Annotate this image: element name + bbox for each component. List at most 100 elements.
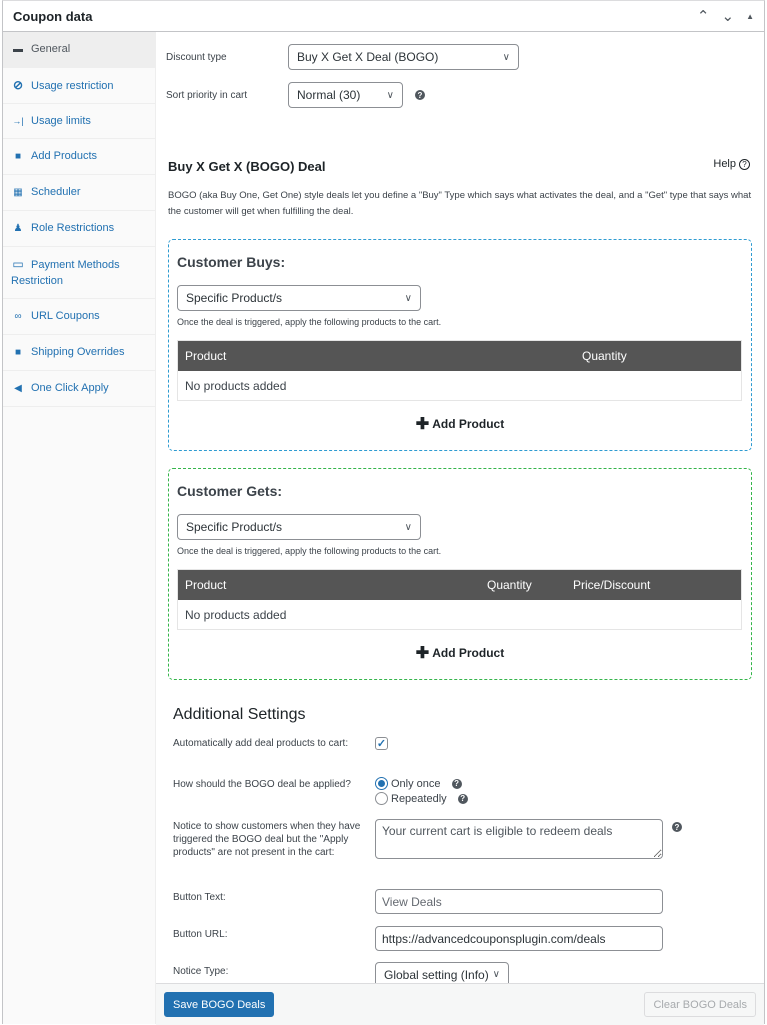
column-price-discount: Price/Discount	[573, 578, 651, 592]
notice-type-value: Global setting (Info)	[384, 967, 489, 982]
sidebar-item-scheduler[interactable]: ▦ Scheduler	[3, 175, 155, 211]
sidebar-item-label: General	[31, 43, 71, 55]
chevron-down-icon: ∨	[404, 292, 412, 304]
sidebar-item-label: Payment Methods Restriction	[11, 259, 120, 287]
customer-buys-title: Customer Buys:	[177, 254, 286, 270]
button-url-label: Button URL:	[173, 929, 228, 940]
notice-type-label: Notice Type:	[173, 966, 229, 977]
chevron-down-icon: ∨	[386, 89, 394, 101]
column-product: Product	[185, 578, 227, 592]
sidebar-item-label: Usage restriction	[31, 80, 114, 92]
radio-unselected-icon	[375, 792, 388, 805]
notice-label: Notice to show customers when they have …	[173, 821, 361, 858]
table-empty-row: No products added	[178, 371, 741, 400]
customer-buys-table: Product Quantity No products added	[177, 340, 742, 401]
customer-buys-note: Once the deal is triggered, apply the fo…	[177, 317, 442, 327]
apply-repeatedly-radio[interactable]: Repeatedly ?	[375, 792, 468, 805]
panel-header: Coupon data ⌃ ⌄ ▲	[3, 1, 764, 32]
customer-buys-type-select[interactable]: Specific Product/s ∨	[177, 285, 421, 311]
ban-icon: ⊘	[12, 78, 24, 92]
sidebar-item-shipping-overrides[interactable]: ■ Shipping Overrides	[3, 335, 155, 371]
help-circle-icon: ?	[739, 158, 750, 170]
help-tip-icon[interactable]: ?	[451, 778, 462, 789]
sidebar-item-label: Usage limits	[31, 115, 91, 127]
apply-mode-label: How should the BOGO deal be applied?	[173, 779, 351, 790]
help-tip-icon[interactable]: ?	[457, 793, 468, 804]
move-down-icon[interactable]: ⌄	[722, 7, 735, 25]
save-bogo-deals-button[interactable]: Save BOGO Deals	[164, 992, 275, 1017]
sidebar-item-label: Scheduler	[31, 186, 81, 198]
sidebar-item-label: Role Restrictions	[31, 222, 115, 234]
radio-label: Repeatedly	[391, 792, 447, 805]
notice-textarea[interactable]: Your current cart is eligible to redeem …	[375, 819, 663, 859]
calendar-icon: ▦	[13, 187, 23, 198]
sort-priority-value: Normal (30)	[297, 88, 361, 102]
sidebar-item-role-restrictions[interactable]: ♟ Role Restrictions	[3, 211, 155, 247]
truck-icon: ■	[14, 347, 22, 358]
sidebar-item-one-click-apply[interactable]: ◀ One Click Apply	[3, 371, 155, 407]
sort-priority-select[interactable]: Normal (30) ∨	[288, 82, 403, 108]
bogo-section-title: Buy X Get X (BOGO) Deal	[168, 159, 326, 174]
discount-type-value: Buy X Get X Deal (BOGO)	[297, 50, 439, 64]
apply-once-radio[interactable]: Only once ?	[375, 777, 462, 790]
button-text-label: Button Text:	[173, 892, 226, 903]
buys-add-product-button[interactable]: ✚ Add Product	[169, 414, 751, 434]
customer-gets-type-select[interactable]: Specific Product/s ∨	[177, 514, 421, 540]
customer-buys-box: Customer Buys: Specific Product/s ∨ Once…	[168, 239, 752, 451]
table-header: Product Quantity Price/Discount	[178, 570, 741, 600]
gets-add-product-button[interactable]: ✚ Add Product	[169, 643, 751, 663]
sidebar-item-usage-restriction[interactable]: ⊘ Usage restriction	[3, 68, 155, 104]
table-empty-row: No products added	[178, 600, 741, 629]
auto-add-label: Automatically add deal products to cart:	[173, 738, 349, 749]
chevron-down-icon: ∨	[404, 521, 412, 533]
add-product-label: Add Product	[432, 646, 505, 660]
radio-selected-icon	[375, 777, 388, 790]
sidebar-item-label: URL Coupons	[31, 310, 100, 322]
customer-gets-note: Once the deal is triggered, apply the fo…	[177, 546, 442, 556]
button-text-input[interactable]	[375, 889, 663, 914]
bogo-description: BOGO (aka Buy One, Get One) style deals …	[168, 190, 752, 217]
customer-gets-table: Product Quantity Price/Discount No produ…	[177, 569, 742, 630]
general-tab-content: Discount type Buy X Get X Deal (BOGO) ∨ …	[156, 32, 764, 1024]
sidebar-item-url-coupons[interactable]: ∞ URL Coupons	[3, 299, 155, 335]
column-quantity: Quantity	[487, 578, 532, 592]
link-icon: ∞	[14, 311, 22, 322]
customer-gets-title: Customer Gets:	[177, 483, 283, 499]
move-up-icon[interactable]: ⌃	[697, 7, 710, 25]
checkmark-icon: ✓	[376, 738, 387, 750]
sidebar-item-label: Shipping Overrides	[31, 346, 125, 358]
sidebar-item-general[interactable]: ▬ General	[3, 32, 155, 68]
help-tip-icon[interactable]: ?	[672, 822, 682, 832]
help-link[interactable]: Help ?	[713, 158, 750, 170]
sidebar-item-add-products[interactable]: ■ Add Products	[3, 139, 155, 175]
chevron-down-icon: ∨	[502, 51, 510, 63]
sidebar-item-label: One Click Apply	[31, 382, 109, 394]
add-product-label: Add Product	[432, 417, 505, 431]
auto-add-checkbox[interactable]: ✓	[375, 737, 388, 750]
plus-icon: ✚	[415, 645, 430, 662]
sidebar-item-label: Add Products	[31, 150, 98, 162]
empty-text: No products added	[185, 607, 287, 622]
panel-controls: ⌃ ⌄ ▲	[697, 7, 754, 25]
discount-type-label: Discount type	[166, 51, 227, 63]
help-tip-icon[interactable]: ?	[415, 90, 425, 100]
bogo-footer: Save BOGO Deals Clear BOGO Deals	[156, 983, 764, 1025]
ticket-icon: ▬	[13, 44, 23, 55]
chevron-down-icon: ∨	[492, 969, 500, 980]
customer-gets-type-value: Specific Product/s	[186, 520, 283, 534]
button-url-input[interactable]	[375, 926, 663, 951]
clear-bogo-deals-button[interactable]: Clear BOGO Deals	[644, 992, 756, 1017]
coupon-data-panel: Coupon data ⌃ ⌄ ▲ ▬ General ⊘ Usage restri…	[2, 0, 765, 1025]
additional-settings-title: Additional Settings	[173, 706, 306, 723]
customer-buys-type-value: Specific Product/s	[186, 291, 283, 305]
credit-card-icon: ▭	[12, 257, 24, 271]
panel-title: Coupon data	[13, 8, 93, 24]
radio-label: Only once	[391, 777, 441, 790]
collapse-toggle-icon[interactable]: ▲	[746, 12, 754, 21]
bag-icon: ■	[14, 151, 22, 162]
discount-type-select[interactable]: Buy X Get X Deal (BOGO) ∨	[288, 44, 519, 70]
user-icon: ♟	[13, 223, 23, 234]
sidebar-item-payment-methods-restriction[interactable]: ▭ Payment Methods Restriction	[3, 247, 155, 299]
sidebar-item-usage-limits[interactable]: →| Usage limits	[3, 104, 155, 139]
help-label: Help	[713, 158, 736, 170]
